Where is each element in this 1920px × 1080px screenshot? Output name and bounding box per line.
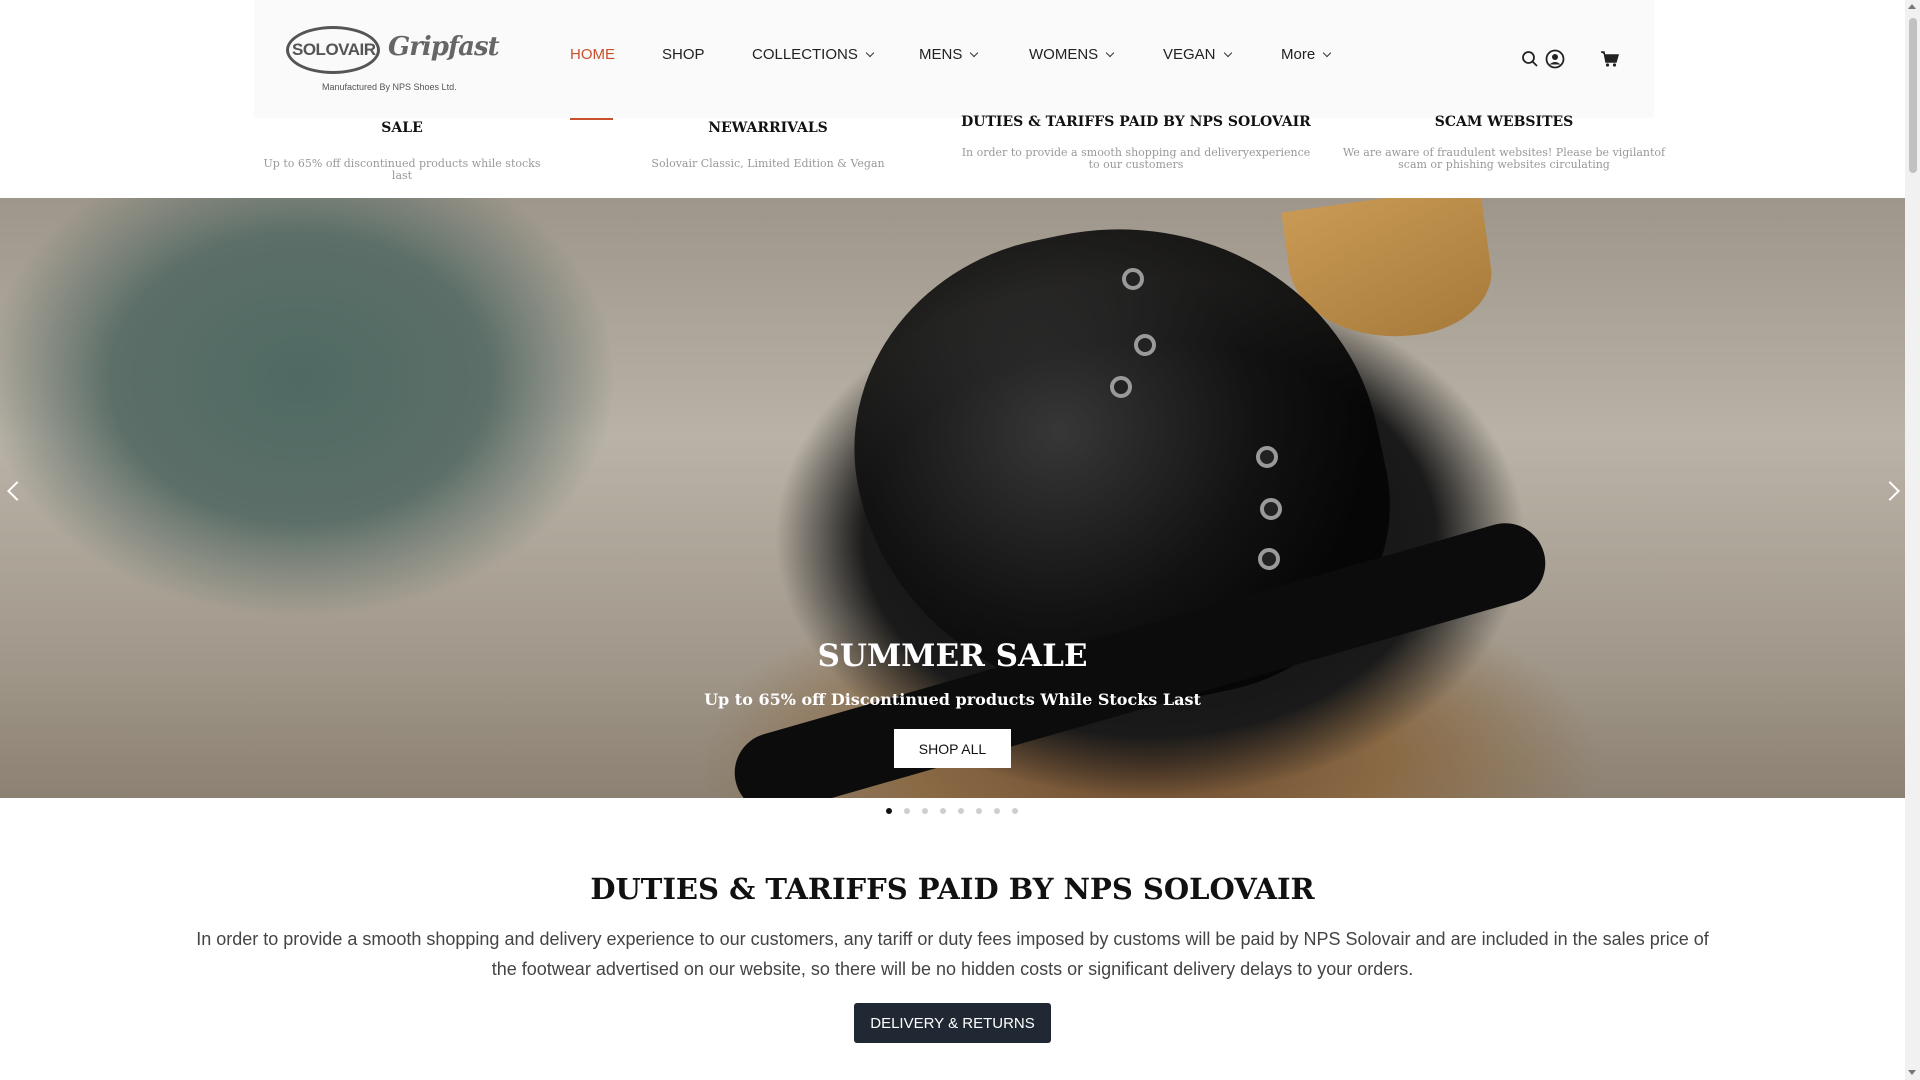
nav-home-label: HOME — [570, 46, 615, 63]
logo-brand-solovair: SOLOVAIR — [292, 40, 376, 59]
info-title: DUTIES & TARIFFS PAID BY NPS SOLOVAIR — [590, 872, 1315, 906]
chevron-down-icon — [1223, 48, 1232, 58]
slider-dot[interactable] — [940, 808, 946, 814]
hero-image-eyelet — [1134, 334, 1156, 356]
nav-active-underline — [570, 118, 613, 120]
shop-all-button[interactable]: SHOP ALL — [894, 729, 1011, 768]
promo-title: SCAM WEBSITES — [1434, 114, 1574, 130]
promo-new-arrivals[interactable]: NEWARRIVALS Solovair Classic, Limited Ed… — [618, 120, 918, 170]
account-icon[interactable] — [1545, 49, 1565, 74]
hero-image-eyelet — [1258, 548, 1280, 570]
promo-title: DUTIES & TARIFFS PAID BY NPS SOLOVAIR — [961, 114, 1311, 130]
nav-mens-label: MENS — [919, 46, 963, 63]
chevron-down-icon — [1105, 48, 1115, 58]
nav-mens[interactable]: MENS — [919, 46, 979, 63]
promo-subtitle: Solovair Classic, Limited Edition & Vega… — [651, 157, 885, 170]
chevron-down-icon — [970, 48, 979, 58]
nav-shop[interactable]: SHOP — [662, 46, 705, 63]
promo-subtitle: In order to provide a smooth shopping an… — [961, 146, 1311, 171]
chevron-down-icon — [865, 48, 875, 58]
hero-image-eyelet — [1260, 498, 1282, 520]
nav-shop-label: SHOP — [662, 46, 705, 63]
hero-image-eyelet — [1122, 268, 1144, 290]
nav-more[interactable]: More — [1281, 46, 1332, 63]
slider-dot[interactable] — [958, 808, 964, 814]
nav-home[interactable]: HOME — [570, 46, 615, 63]
nav-womens[interactable]: WOMENS — [1029, 46, 1115, 63]
slider-dot[interactable] — [922, 808, 928, 814]
chevron-right-icon[interactable] — [1880, 481, 1900, 501]
nav-collections-label: COLLECTIONS — [752, 46, 858, 63]
delivery-returns-button[interactable]: DELIVERY & RETURNS — [854, 1003, 1051, 1043]
hero-image-eyelet — [1110, 376, 1132, 398]
promo-title: SALE — [381, 120, 423, 136]
cart-icon[interactable] — [1600, 50, 1620, 73]
page-scrollbar[interactable] — [1905, 0, 1920, 1080]
site-header: SOLOVAIR Gripfast Manufactured By NPS Sh… — [0, 0, 1905, 198]
search-icon[interactable] — [1521, 50, 1539, 73]
promo-scam-websites[interactable]: SCAM WEBSITES We are aware of fraudulent… — [1328, 114, 1680, 171]
chevron-left-icon[interactable] — [7, 481, 27, 501]
slider-dot[interactable] — [994, 808, 1000, 814]
nav-vegan-label: VEGAN — [1163, 46, 1216, 63]
promo-title: NEWARRIVALS — [708, 120, 828, 136]
promo-duties[interactable]: DUTIES & TARIFFS PAID BY NPS SOLOVAIR In… — [960, 114, 1312, 171]
slider-dot[interactable] — [1012, 808, 1018, 814]
site-logo[interactable]: SOLOVAIR Gripfast Manufactured By NPS Sh… — [286, 22, 500, 100]
slider-dot[interactable] — [886, 808, 892, 814]
hero-image-eyelet — [1256, 446, 1278, 468]
scroll-down-icon[interactable] — [1908, 1070, 1916, 1075]
nav-more-label: More — [1281, 46, 1316, 63]
scroll-thumb[interactable] — [1909, 18, 1917, 173]
chevron-down-icon — [1322, 48, 1332, 58]
nav-vegan[interactable]: VEGAN — [1163, 46, 1232, 63]
hero-title: SUMMER SALE — [817, 638, 1088, 674]
slider-dot[interactable] — [976, 808, 982, 814]
promo-subtitle: We are aware of fraudulent websites! Ple… — [1342, 146, 1666, 171]
nav-womens-label: WOMENS — [1029, 46, 1099, 63]
hero-subtitle: Up to 65% off Discontinued products Whil… — [704, 690, 1201, 709]
scroll-up-icon[interactable] — [1908, 4, 1916, 9]
nav-collections[interactable]: COLLECTIONS — [752, 46, 875, 63]
promo-subtitle: Up to 65% off discontinued products whil… — [263, 157, 541, 182]
promo-sale[interactable]: SALE Up to 65% off discontinued products… — [252, 120, 552, 182]
info-text: In order to provide a smooth shopping an… — [196, 929, 1709, 979]
slider-dot[interactable] — [904, 808, 910, 814]
logo-brand-gripfast: Gripfast — [388, 32, 500, 62]
hero-slider: SUMMER SALE Up to 65% off Discontinued p… — [0, 198, 1905, 798]
logo-tagline: Manufactured By NPS Shoes Ltd. — [322, 82, 457, 92]
